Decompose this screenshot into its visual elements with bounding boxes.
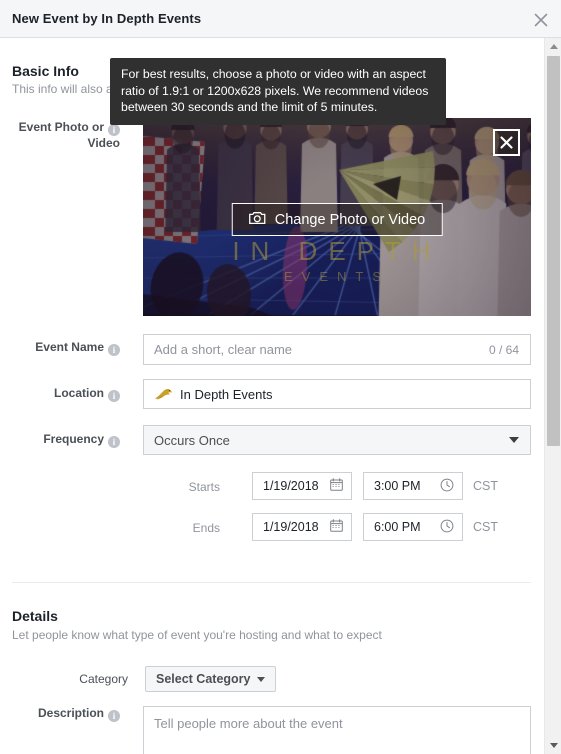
event-photo-preview[interactable]: IN DEPTH EVENTS Change Photo or Video [143, 118, 531, 316]
category-dropdown[interactable]: Select Category [145, 666, 277, 692]
details-subtitle: Let people know what type of event you'r… [12, 628, 382, 642]
event-photo-label: Event Photo or i Video [0, 120, 120, 150]
bird-logo-icon [154, 387, 173, 401]
vertical-scrollbar[interactable] [544, 38, 561, 754]
camera-icon [249, 211, 266, 229]
dialog-body: Basic Info This info will also a Event P… [0, 38, 544, 754]
event-photo-label-line1: Event Photo or [18, 120, 104, 134]
frequency-label-text: Frequency [43, 432, 104, 446]
ends-date-input[interactable]: 1/19/2018 [252, 513, 352, 541]
dialog-header: New Event by In Depth Events [0, 0, 561, 38]
photo-tooltip-text: For best results, choose a photo or vide… [121, 67, 429, 114]
category-value: Select Category [156, 672, 251, 686]
clock-icon [440, 519, 454, 536]
details-heading: Details [12, 608, 58, 624]
ends-timezone: CST [473, 520, 498, 534]
basic-info-subtitle: This info will also a [12, 82, 113, 96]
chevron-down-icon [257, 676, 266, 682]
scroll-up-button[interactable] [545, 38, 561, 55]
description-textarea[interactable]: Tell people more about the event [143, 706, 531, 754]
location-input[interactable]: In Depth Events [143, 379, 531, 409]
photo-tooltip: For best results, choose a photo or vide… [110, 58, 446, 125]
calendar-icon [330, 519, 343, 535]
starts-time-input[interactable]: 3:00 PM [363, 472, 463, 500]
starts-time-value: 3:00 PM [374, 479, 421, 493]
description-label-text: Description [37, 706, 104, 720]
section-divider [12, 582, 531, 583]
event-name-label: Event Name i [0, 340, 120, 356]
frequency-dropdown[interactable]: Occurs Once [143, 425, 531, 455]
location-value: In Depth Events [180, 386, 273, 402]
change-photo-button[interactable]: Change Photo or Video [231, 203, 443, 236]
info-icon[interactable]: i [108, 710, 120, 722]
ends-time-value: 6:00 PM [374, 520, 421, 534]
change-photo-label: Change Photo or Video [274, 211, 426, 228]
basic-info-heading: Basic Info [12, 63, 79, 79]
info-icon[interactable]: i [108, 390, 120, 402]
frequency-label: Frequency i [0, 432, 120, 448]
starts-label: Starts [188, 480, 220, 494]
calendar-icon [330, 478, 343, 494]
starts-timezone: CST [473, 479, 498, 493]
starts-date-value: 1/19/2018 [263, 479, 319, 493]
description-label: Description i [0, 706, 120, 722]
scrollbar-thumb[interactable] [547, 56, 560, 446]
location-label: Location i [0, 386, 120, 402]
event-name-label-text: Event Name [35, 340, 104, 354]
new-event-dialog: New Event by In Depth Events Basic Info … [0, 0, 561, 754]
info-icon[interactable]: i [108, 344, 120, 356]
category-label: Category [79, 672, 128, 686]
description-placeholder: Tell people more about the event [154, 716, 343, 731]
remove-photo-button[interactable] [493, 129, 520, 156]
location-label-text: Location [54, 386, 104, 400]
event-name-counter: 0 / 64 [488, 342, 519, 357]
ends-date-value: 1/19/2018 [263, 520, 319, 534]
info-icon[interactable]: i [108, 124, 120, 136]
close-icon[interactable] [529, 8, 553, 32]
clock-icon [440, 478, 454, 495]
ends-time-input[interactable]: 6:00 PM [363, 513, 463, 541]
event-name-input[interactable]: Add a short, clear name 0 / 64 [143, 334, 531, 365]
event-name-placeholder: Add a short, clear name [154, 342, 293, 357]
info-icon[interactable]: i [108, 436, 120, 448]
ends-label: Ends [192, 521, 220, 535]
tooltip-arrow [124, 112, 136, 118]
scroll-down-button[interactable] [545, 737, 561, 754]
dialog-title: New Event by In Depth Events [12, 11, 202, 26]
event-photo-label-line2: Video [87, 136, 120, 150]
frequency-value: Occurs Once [154, 432, 230, 448]
starts-date-input[interactable]: 1/19/2018 [252, 472, 352, 500]
chevron-down-icon [509, 437, 519, 443]
